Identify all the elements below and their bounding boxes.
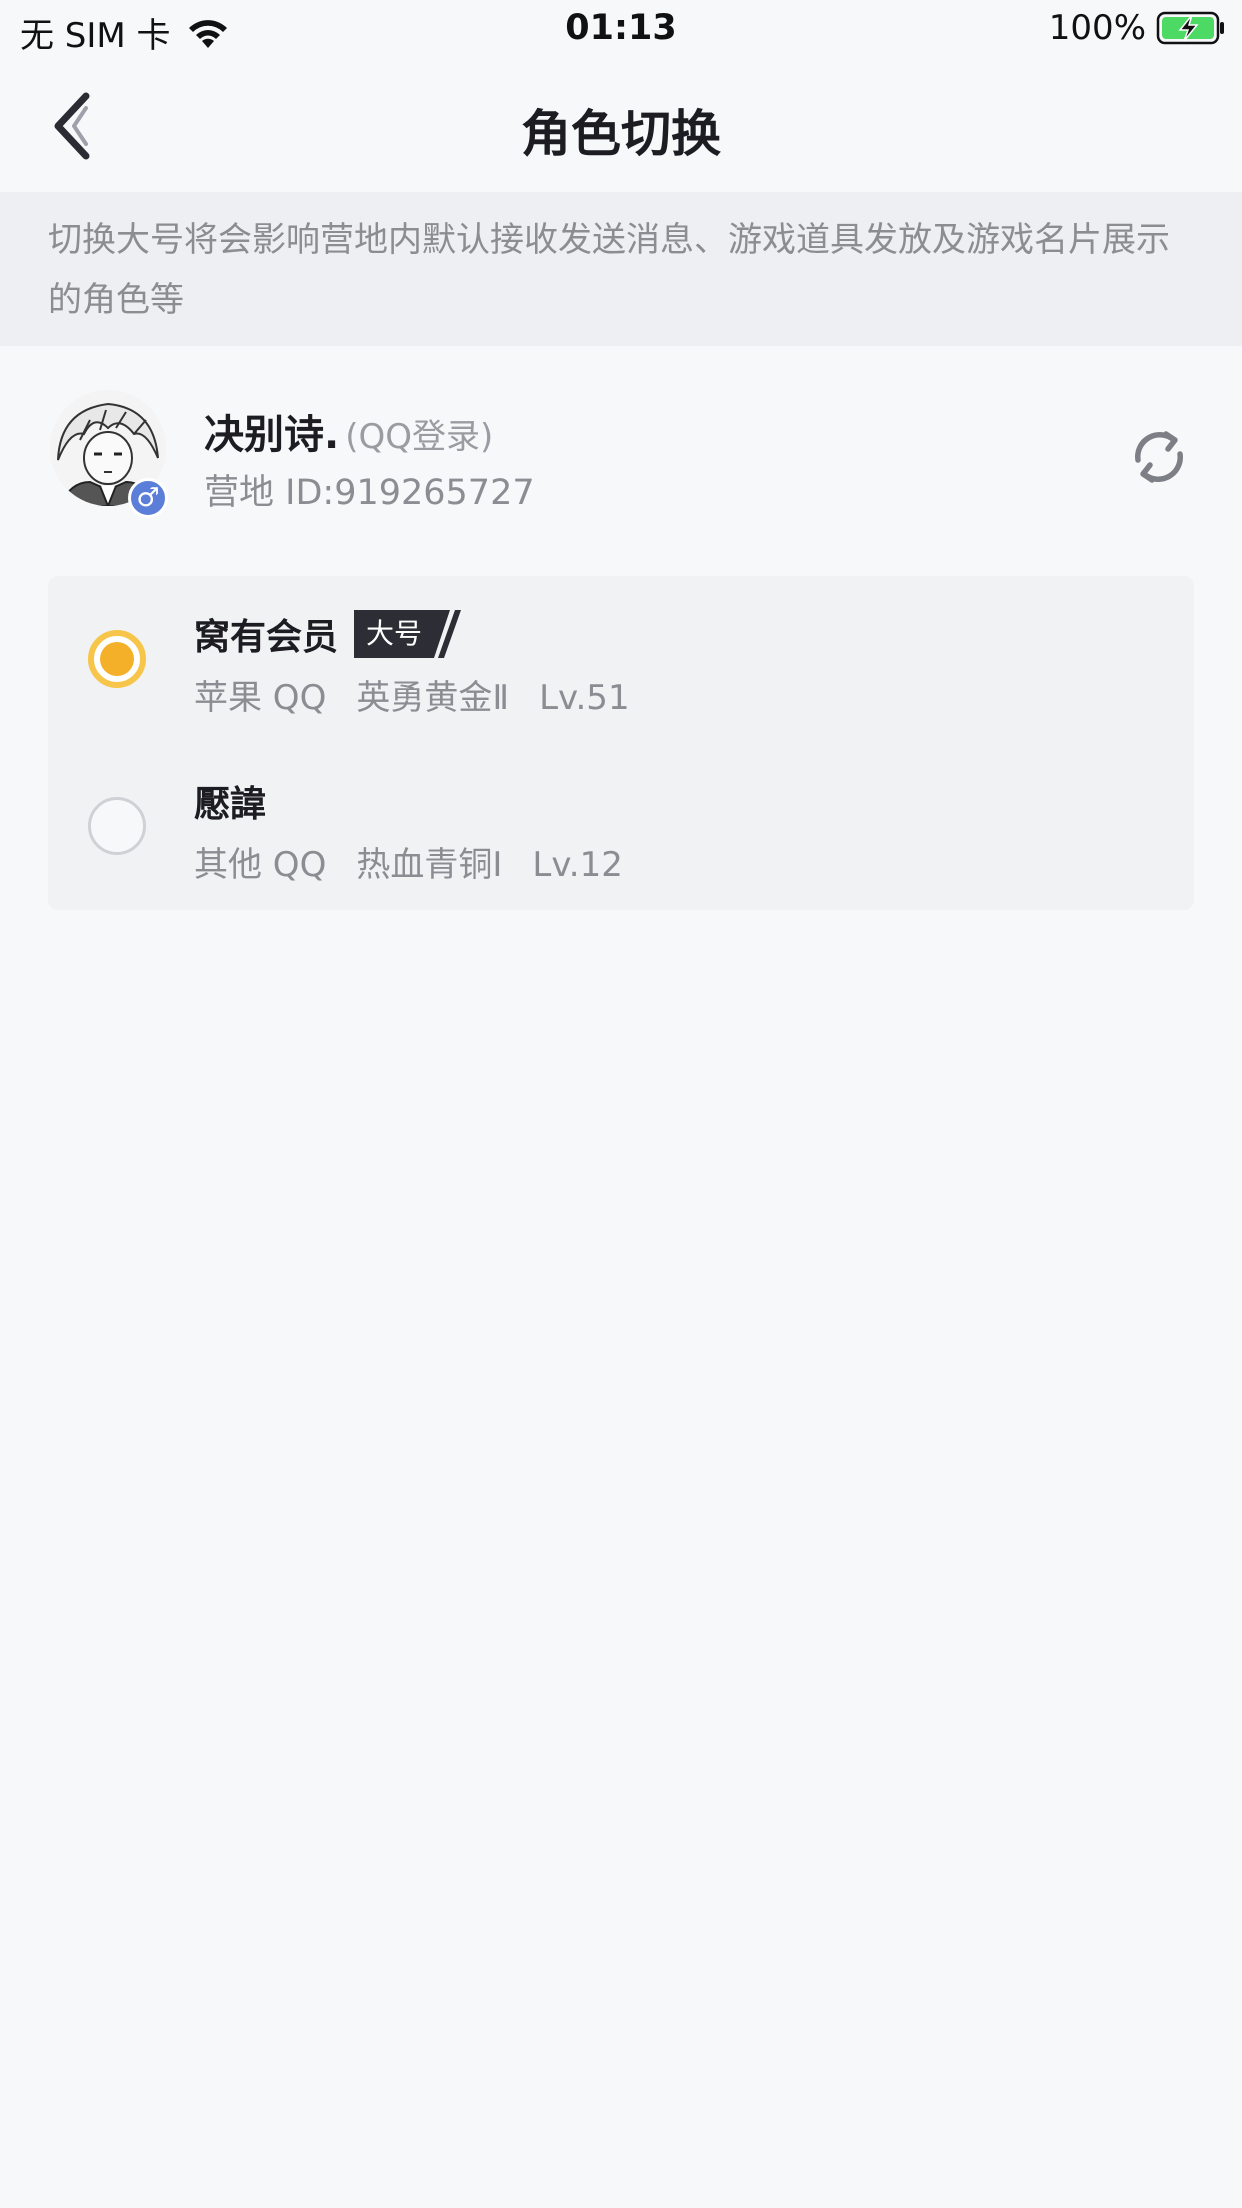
role-list: 窝有会员 大号 苹果 QQ 英勇黄金Ⅱ Lv.51 懕諱 其他 QQ 热血青铜Ⅰ Lv.… bbox=[48, 576, 1194, 910]
account-name: 决别诗. (QQ登录) bbox=[204, 402, 493, 460]
role-platform: 其他 QQ bbox=[194, 845, 327, 885]
login-type: (QQ登录) bbox=[345, 417, 494, 457]
role-name-row: 窝有会员 大号 bbox=[194, 608, 464, 660]
radio-selected[interactable] bbox=[88, 630, 146, 688]
role-level: Lv.12 bbox=[532, 845, 623, 885]
page-title: 角色切换 bbox=[521, 105, 721, 163]
role-rank: 英勇黄金Ⅱ bbox=[356, 678, 510, 718]
radio-unselected[interactable] bbox=[88, 797, 146, 855]
battery-charging-icon bbox=[1156, 11, 1224, 45]
role-item[interactable]: 窝有会员 大号 苹果 QQ 英勇黄金Ⅱ Lv.51 bbox=[48, 576, 1194, 743]
role-name: 懕諱 bbox=[194, 784, 267, 825]
role-platform: 苹果 QQ bbox=[194, 678, 327, 718]
role-info: 苹果 QQ 英勇黄金Ⅱ Lv.51 bbox=[194, 670, 660, 719]
main-account-badge: 大号 bbox=[354, 610, 464, 658]
main-account-badge-label: 大号 bbox=[354, 610, 435, 658]
male-icon: ♂ bbox=[128, 478, 168, 518]
refresh-button[interactable] bbox=[1126, 424, 1192, 490]
badge-slash-decoration bbox=[434, 610, 462, 658]
nav-bar: 角色切换 bbox=[0, 62, 1242, 192]
role-name-row: 懕諱 bbox=[194, 775, 266, 827]
notice-banner: 切换大号将会影响营地内默认接收发送消息、游戏道具发放及游戏名片展示的角色等 bbox=[0, 192, 1242, 346]
battery-percent: 100% bbox=[1048, 8, 1146, 48]
camp-id: 营地 ID:919265727 bbox=[204, 473, 535, 513]
role-info: 其他 QQ 热血青铜Ⅰ Lv.12 bbox=[194, 837, 653, 886]
role-item[interactable]: 懕諱 其他 QQ 热血青铜Ⅰ Lv.12 bbox=[48, 743, 1194, 910]
account-header: ♂ 决别诗. (QQ登录) 营地 ID:919265727 bbox=[0, 346, 1242, 546]
status-bar: 无 SIM 卡 01:13 100% bbox=[0, 0, 1242, 62]
role-level: Lv.51 bbox=[539, 678, 630, 718]
refresh-icon bbox=[1135, 431, 1183, 483]
notice-text: 切换大号将会影响营地内默认接收发送消息、游戏道具发放及游戏名片展示的角色等 bbox=[48, 220, 1170, 320]
role-name: 窝有会员 bbox=[194, 617, 339, 658]
account-nickname: 决别诗. bbox=[204, 412, 340, 458]
role-rank: 热血青铜Ⅰ bbox=[356, 845, 503, 885]
status-right: 100% bbox=[1049, 8, 1226, 48]
